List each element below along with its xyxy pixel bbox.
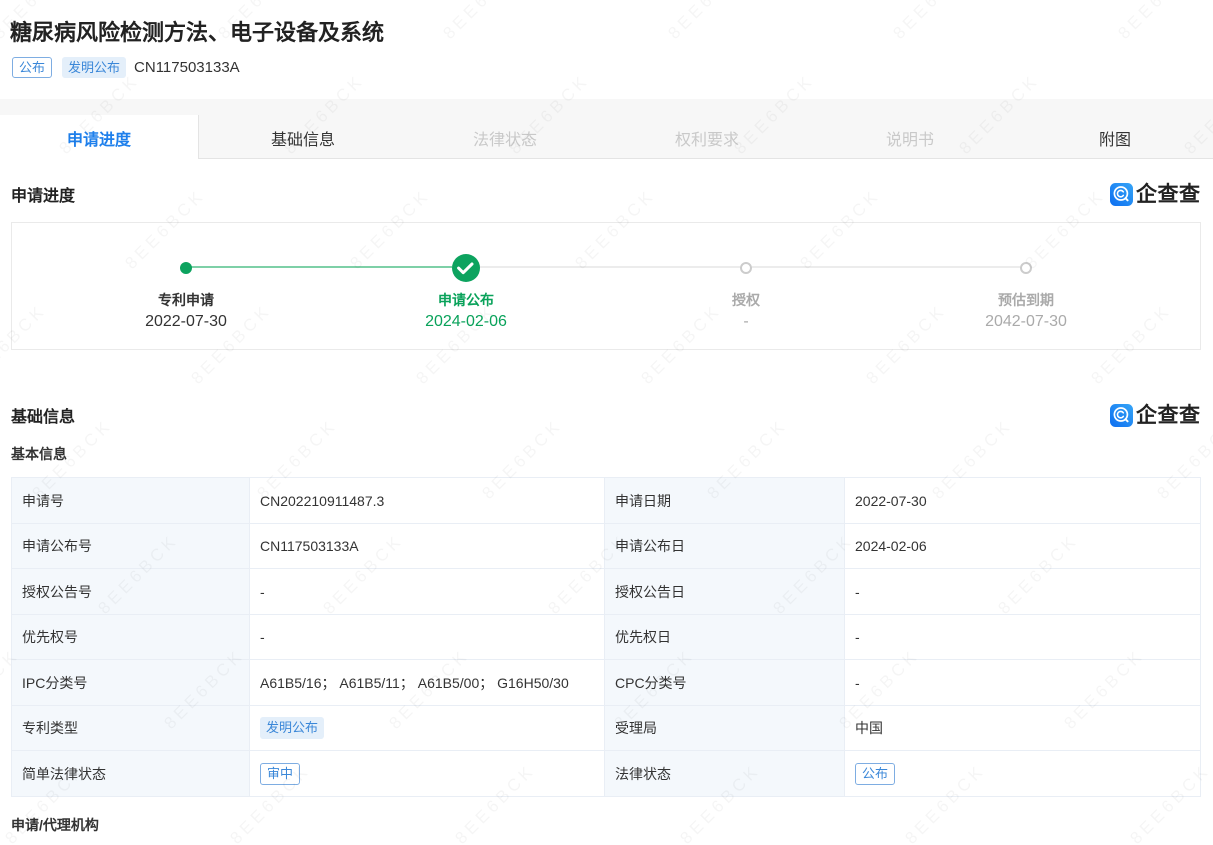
svg-text:8EE6BCK: 8EE6BCK xyxy=(439,0,526,43)
svg-text:8EE6BCK: 8EE6BCK xyxy=(889,0,976,43)
svg-text:8EE6BCK: 8EE6BCK xyxy=(664,0,751,43)
svg-text:8EE6BCK: 8EE6BCK xyxy=(1114,0,1201,43)
